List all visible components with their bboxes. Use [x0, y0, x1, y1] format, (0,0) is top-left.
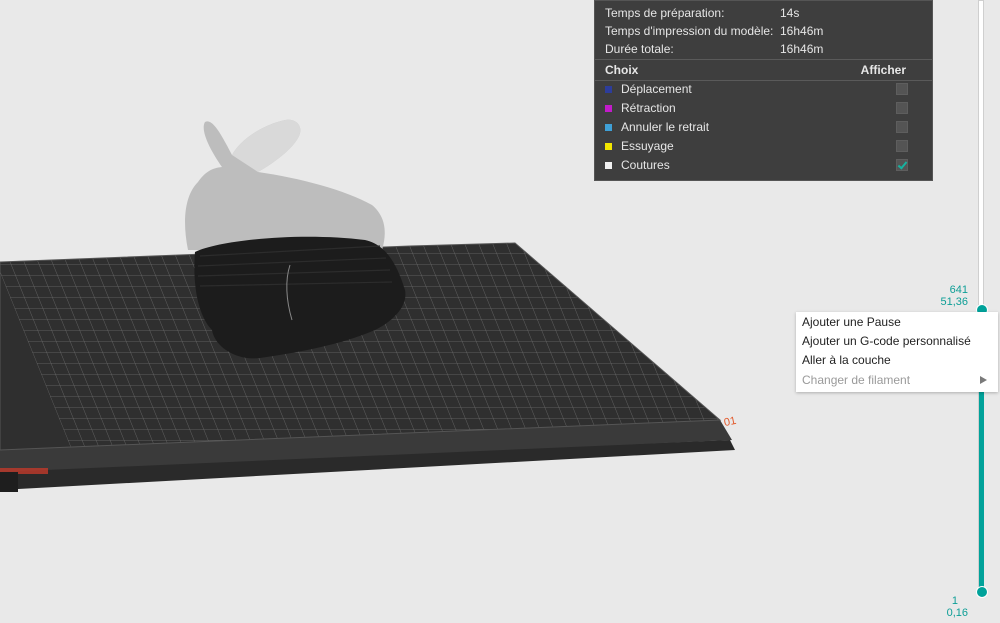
color-swatch	[605, 143, 612, 150]
legend-header-show: Afficher	[860, 63, 906, 77]
color-swatch	[605, 162, 612, 169]
show-checkbox[interactable]	[896, 102, 908, 114]
layer-context-menu: Ajouter une Pause Ajouter un G-code pers…	[796, 312, 998, 392]
legend-header: Choix Afficher	[595, 59, 932, 81]
stat-label: Temps de préparation:	[605, 6, 725, 20]
bed-corner-label: 01	[723, 415, 737, 429]
legend-item-wipe: Essuyage	[595, 137, 932, 156]
show-checkbox[interactable]	[896, 159, 908, 171]
menu-item-add-pause[interactable]: Ajouter une Pause	[802, 313, 901, 332]
legend-label: Annuler le retrait	[621, 120, 710, 134]
show-checkbox[interactable]	[896, 140, 908, 152]
submenu-arrow-icon	[980, 376, 987, 384]
legend-label: Essuyage	[621, 139, 674, 153]
legend-item-travel: Déplacement	[595, 80, 932, 99]
legend-item-seams: Coutures	[595, 156, 932, 175]
menu-item-change-filament[interactable]: Changer de filament	[802, 371, 910, 390]
show-checkbox[interactable]	[896, 83, 908, 95]
menu-item-go-to-layer[interactable]: Aller à la couche	[802, 351, 891, 370]
legend-label: Déplacement	[621, 82, 692, 96]
color-swatch	[605, 86, 612, 93]
legend-label: Coutures	[621, 158, 670, 172]
legend-label: Rétraction	[621, 101, 676, 115]
layer-slider-bottom-handle[interactable]	[976, 586, 988, 598]
legend-item-deretraction: Annuler le retrait	[595, 118, 932, 137]
top-layer-number: 641	[949, 284, 968, 296]
menu-item-add-custom-gcode[interactable]: Ajouter un G-code personnalisé	[802, 332, 971, 351]
color-swatch	[605, 124, 612, 131]
legend-item-retraction: Rétraction	[595, 99, 932, 118]
stat-value: 14s	[780, 6, 800, 20]
bottom-layer-height: 0,16	[946, 607, 968, 619]
stat-value: 16h46m	[780, 24, 824, 38]
show-checkbox[interactable]	[896, 121, 908, 133]
bottom-layer-number: 1	[951, 595, 958, 607]
color-swatch	[605, 105, 612, 112]
stat-label: Durée totale:	[605, 42, 674, 56]
top-layer-height: 51,36	[940, 296, 968, 308]
legend-header-choice: Choix	[605, 63, 639, 77]
print-stats-panel: Temps de préparation: 14s Temps d'impres…	[594, 0, 933, 181]
stat-value: 16h46m	[780, 42, 824, 56]
stat-label: Temps d'impression du modèle:	[605, 24, 774, 38]
bunny-model	[185, 119, 406, 359]
